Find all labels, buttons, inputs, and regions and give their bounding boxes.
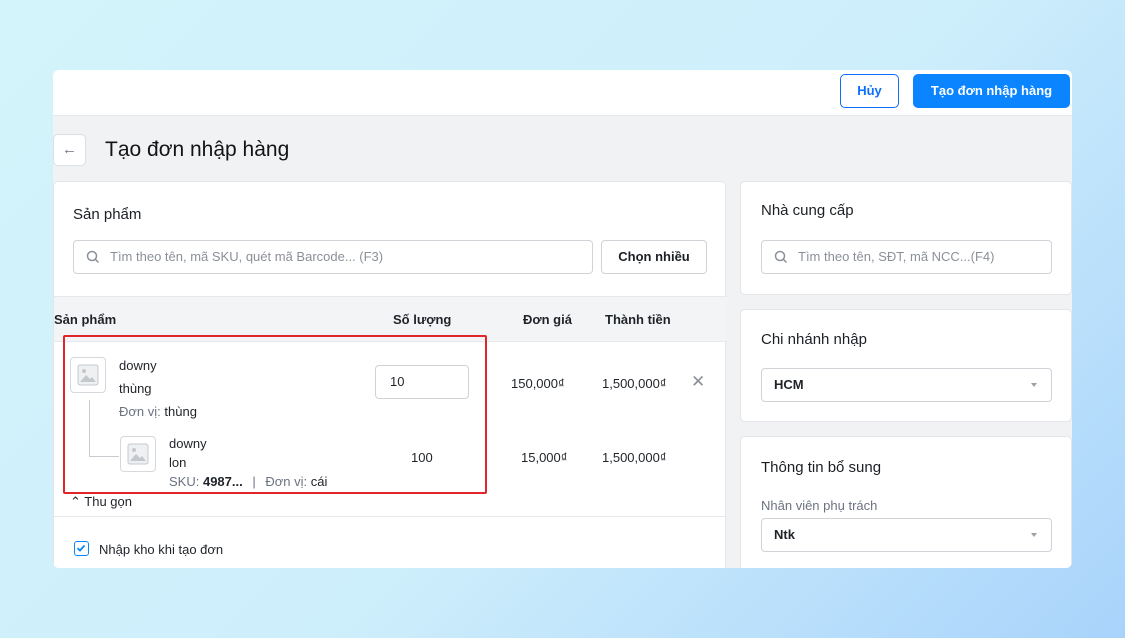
arrow-left-icon: ←	[62, 141, 77, 158]
highlight-box	[63, 335, 487, 494]
supplier-card: Nhà cung cấp Tìm theo tên, SĐT, mã NCC..…	[740, 181, 1072, 295]
col-header-quantity: Số lượng	[393, 312, 452, 327]
check-icon	[76, 544, 86, 552]
supplier-card-title: Nhà cung cấp	[761, 202, 854, 219]
product-search-placeholder: Tìm theo tên, mã SKU, quét mã Barcode...…	[110, 249, 384, 264]
branch-select[interactable]: HCM	[761, 368, 1052, 402]
child-total: 1,500,000₫	[602, 450, 667, 465]
extra-info-card: Thông tin bổ sung Nhân viên phụ trách Nt…	[740, 436, 1072, 568]
supplier-search-input[interactable]: Tìm theo tên, SĐT, mã NCC...(F4)	[761, 240, 1052, 274]
supplier-search-placeholder: Tìm theo tên, SĐT, mã NCC...(F4)	[798, 249, 995, 264]
unit-price-link[interactable]: 150,000₫	[511, 376, 565, 391]
branch-selected-value: HCM	[774, 377, 804, 392]
search-icon	[86, 241, 102, 273]
extra-info-card-title: Thông tin bổ sung	[761, 459, 882, 476]
search-icon	[774, 241, 790, 273]
top-bar: Hủy Tạo đơn nhập hàng	[53, 70, 1072, 116]
products-card: Sản phẩm Tìm theo tên, mã SKU, quét mã B…	[53, 181, 727, 568]
app-window: Hủy Tạo đơn nhập hàng ← Tạo đơn nhập hàn…	[53, 70, 1072, 568]
choose-many-button[interactable]: Chọn nhiều	[601, 240, 707, 274]
divider	[54, 516, 727, 517]
cancel-button[interactable]: Hủy	[840, 74, 899, 108]
staff-selected-value: Ntk	[774, 527, 795, 542]
remove-row-icon[interactable]: ✕	[691, 372, 705, 392]
products-card-title: Sản phẩm	[73, 206, 142, 223]
staff-select[interactable]: Ntk	[761, 518, 1052, 552]
branch-card: Chi nhánh nhập HCM	[740, 309, 1072, 422]
create-import-order-button[interactable]: Tạo đơn nhập hàng	[913, 74, 1070, 108]
chevron-double-up-icon: ⌃	[70, 494, 81, 509]
stock-checkbox-label: Nhập kho khi tạo đơn	[99, 542, 224, 557]
collapse-label: Thu gọn	[84, 494, 132, 509]
back-button[interactable]: ←	[53, 134, 86, 166]
chevron-down-icon	[1031, 383, 1037, 387]
col-header-product: Sản phẩm	[54, 312, 117, 327]
row-total: 1,500,000₫	[602, 376, 667, 391]
stock-checkbox[interactable]	[74, 541, 89, 556]
page-title: Tạo đơn nhập hàng	[105, 138, 290, 161]
child-unit-price: 15,000₫	[521, 450, 568, 465]
product-search-input[interactable]: Tìm theo tên, mã SKU, quét mã Barcode...…	[73, 240, 593, 274]
staff-label: Nhân viên phụ trách	[761, 498, 878, 513]
col-header-total: Thành tiền	[605, 312, 671, 327]
branch-card-title: Chi nhánh nhập	[761, 331, 867, 348]
collapse-link[interactable]: ⌃ Thu gọn	[70, 494, 132, 510]
chevron-down-icon	[1031, 533, 1037, 537]
col-header-unit-price: Đơn giá	[523, 312, 572, 327]
